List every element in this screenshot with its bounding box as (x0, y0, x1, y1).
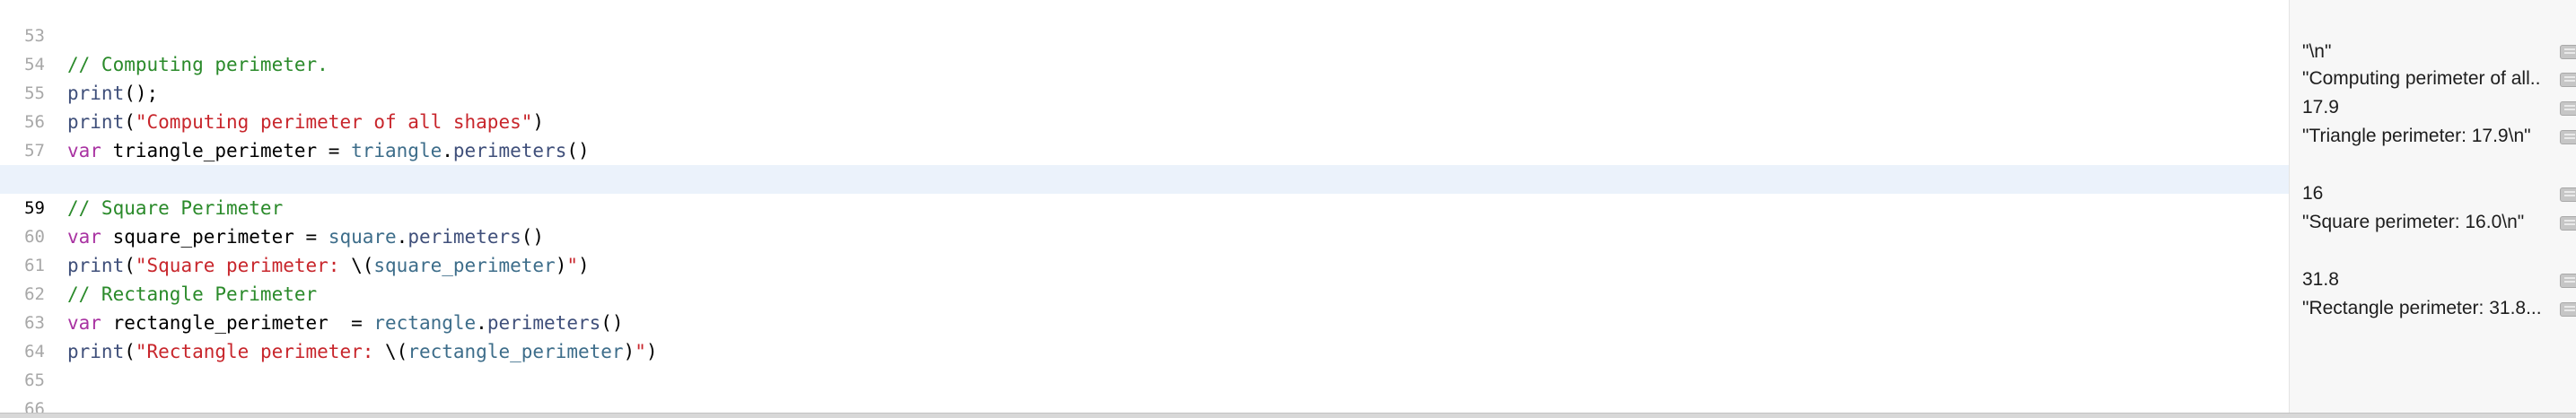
quick-look-icon[interactable] (2560, 73, 2576, 87)
code-line-53[interactable]: 53 // Computing perimeter. (0, 0, 2289, 75)
code-line-56[interactable]: 56 var triangle_perimeter = triangle.per… (0, 79, 2289, 161)
code-line-54[interactable]: 54 print(); (0, 22, 2289, 104)
code-line-64[interactable]: 64 (0, 309, 2289, 361)
code-line-65[interactable]: 65 (0, 337, 2289, 390)
quick-look-icon[interactable] (2560, 302, 2576, 317)
results-sidebar: "\n" "Computing perimeter of all... 17.9… (2289, 0, 2576, 413)
result-value: 31.8 (2302, 269, 2339, 290)
code-line-60[interactable]: 60 print("Square perimeter: \(square_per… (0, 194, 2289, 276)
quick-look-icon[interactable] (2560, 216, 2576, 231)
code-line-63[interactable]: 63 print("Rectangle perimeter: \(rectang… (0, 280, 2289, 362)
code-line-62[interactable]: 62 var rectangle_perimeter = rectangle.p… (0, 251, 2289, 334)
code-line-55[interactable]: 55 print("Computing perimeter of all sha… (0, 50, 2289, 133)
quick-look-icon[interactable] (2560, 274, 2576, 288)
quick-look-icon[interactable] (2560, 101, 2576, 116)
code-line-58[interactable]: 58 // Square Perimeter (0, 136, 2289, 219)
result-value: "Triangle perimeter: 17.9\n" (2302, 126, 2531, 146)
code-editor[interactable]: 53 // Computing perimeter. 54 print(); 5… (0, 0, 2289, 413)
debug-area-divider[interactable] (0, 413, 2576, 418)
result-value: 17.9 (2302, 97, 2339, 118)
code-line-66[interactable]: 66 (0, 366, 2289, 413)
result-value: 16 (2302, 183, 2324, 204)
line-number: 66 (24, 399, 45, 413)
code-line-61[interactable]: 61 // Rectangle Perimeter (0, 222, 2289, 305)
result-value: "\n" (2302, 41, 2332, 62)
code-line-57[interactable]: 57 print("Triangle perimeter: \(triangle… (0, 108, 2289, 190)
quick-look-icon[interactable] (2560, 130, 2576, 144)
result-value: "Computing perimeter of all... (2302, 68, 2540, 89)
result-value: "Square perimeter: 16.0\n" (2302, 212, 2525, 232)
result-value: "Rectangle perimeter: 31.8... (2302, 298, 2540, 318)
code-line-59[interactable]: 59 var square_perimeter = square.perimet… (0, 165, 2289, 248)
quick-look-icon[interactable] (2560, 187, 2576, 202)
quick-look-icon[interactable] (2560, 45, 2576, 59)
